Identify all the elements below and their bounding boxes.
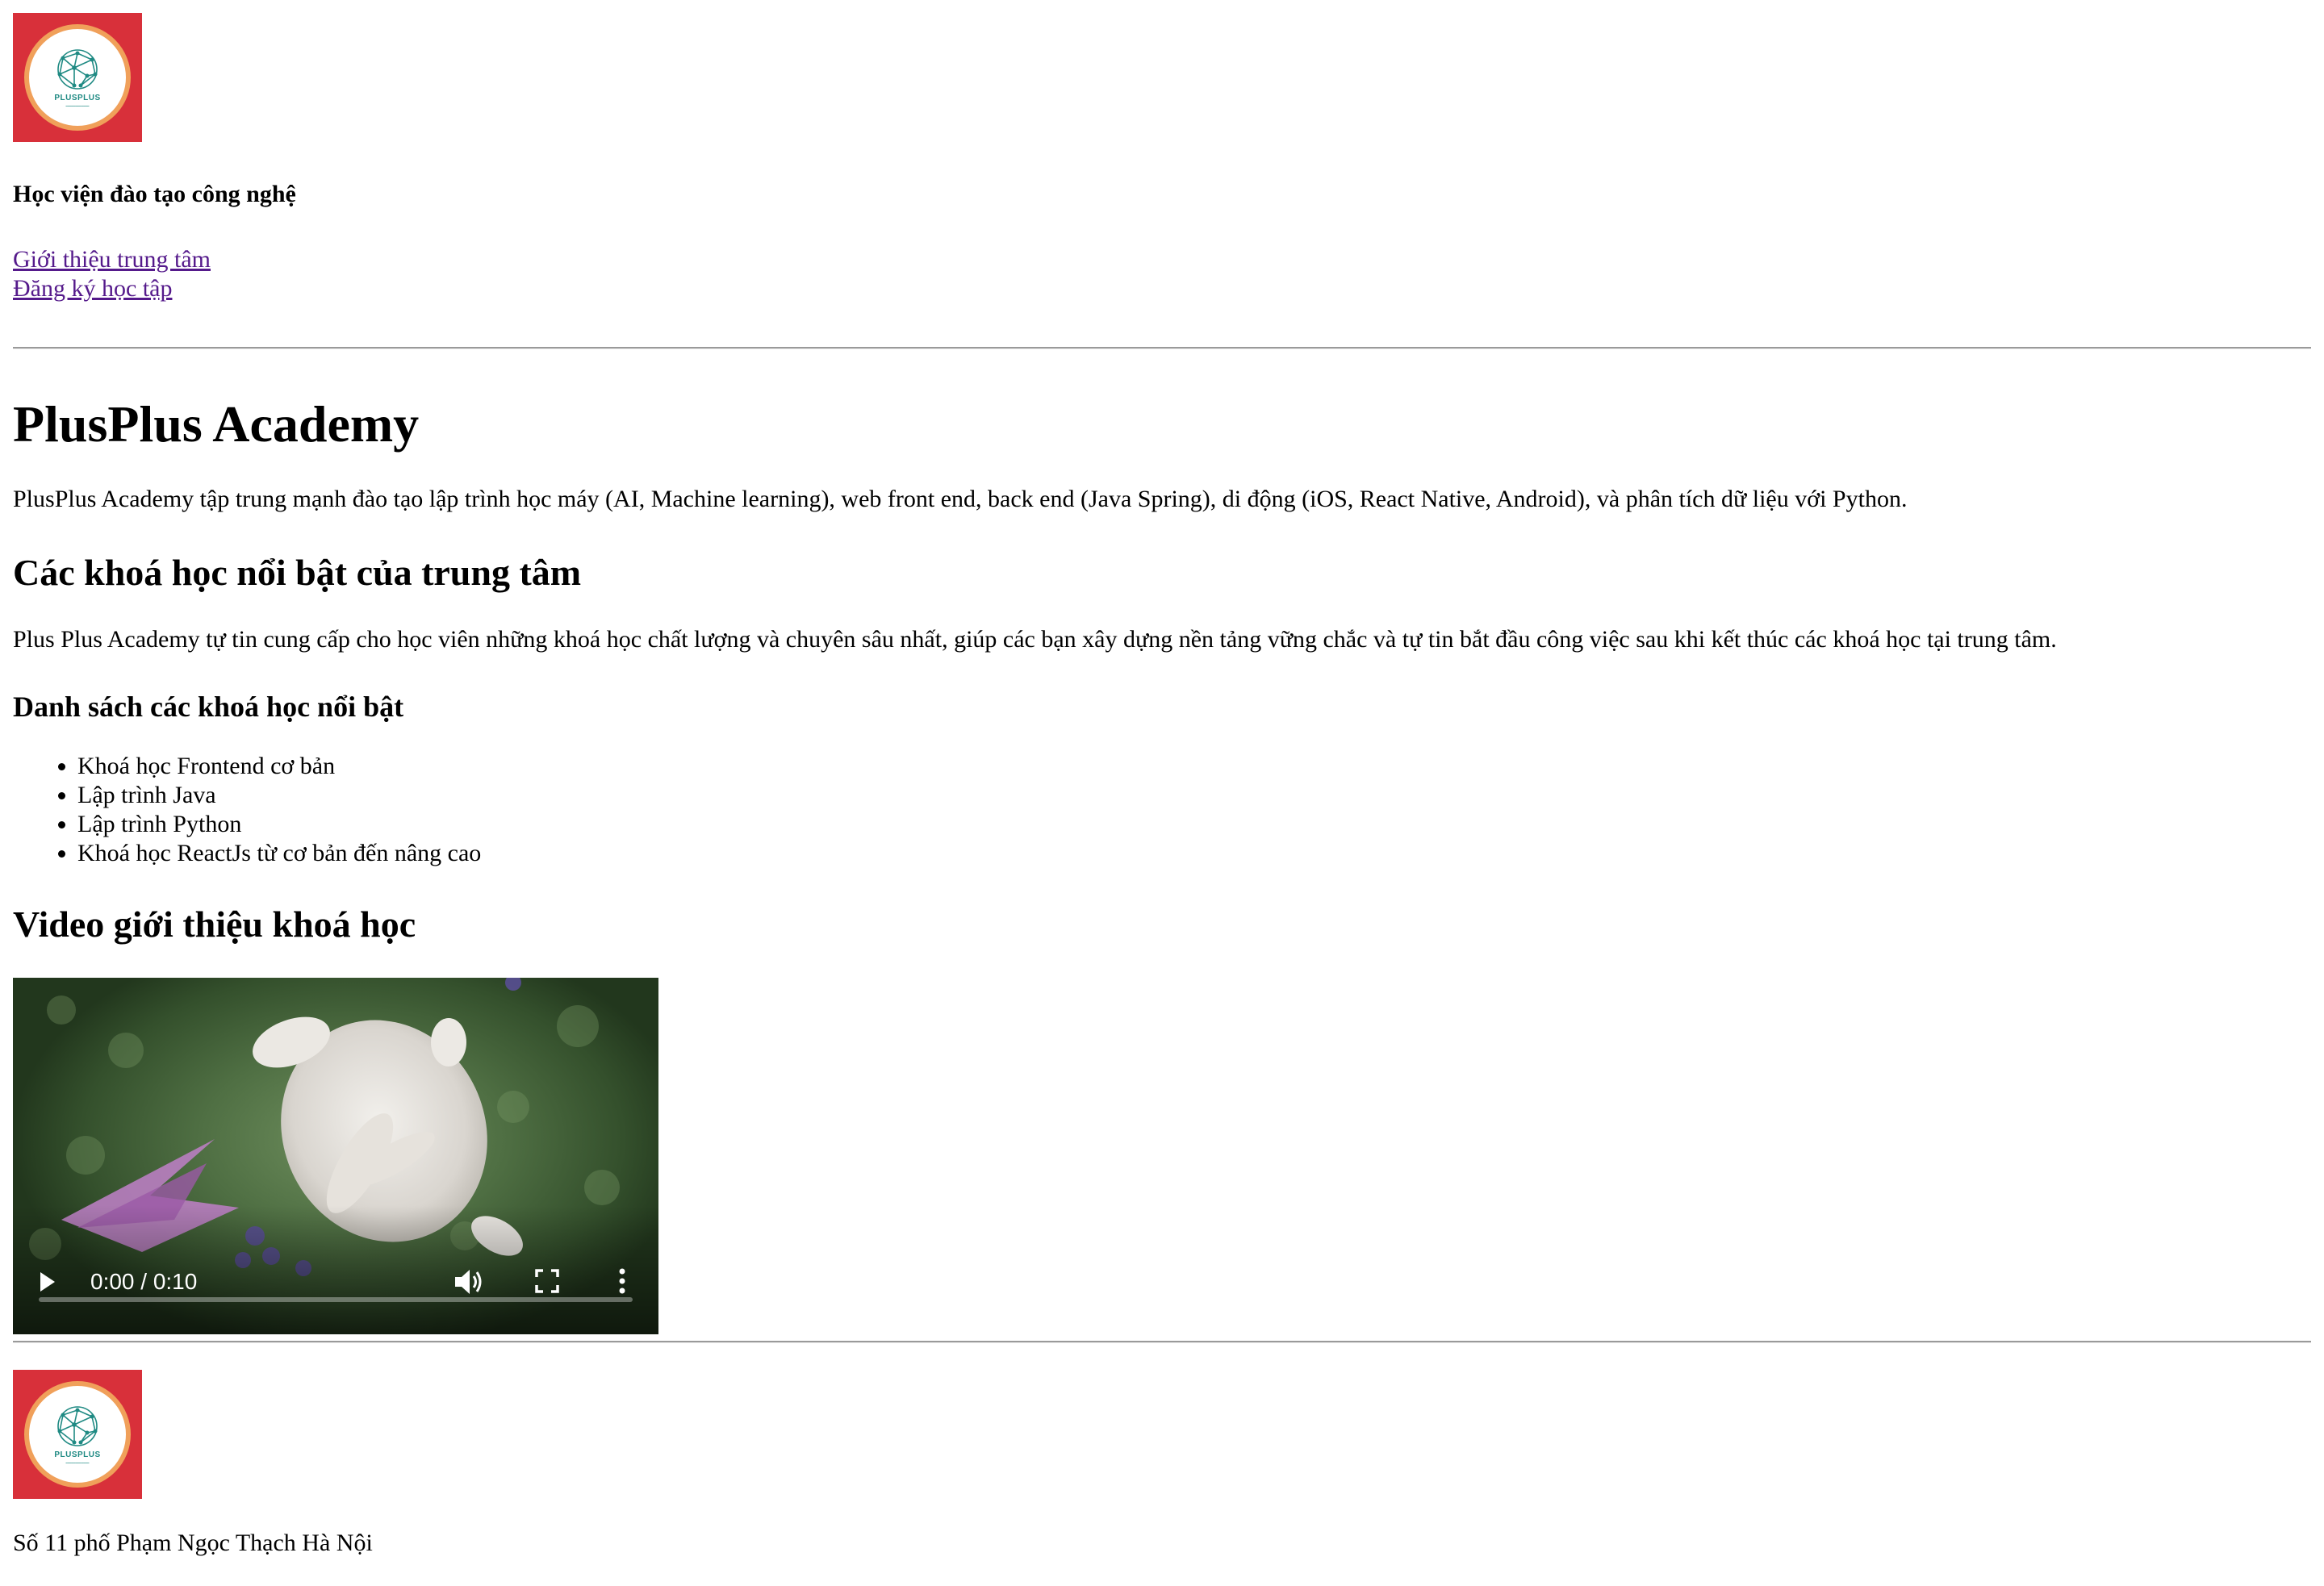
network-globe-icon	[57, 1406, 98, 1446]
intro-paragraph: PlusPlus Academy tập trung mạnh đào tạo …	[13, 486, 1908, 512]
header-logo: PLUSPLUS ━━━━━━━━━━━━	[13, 13, 142, 142]
logo-badge: PLUSPLUS ━━━━━━━━━━━━	[24, 1381, 131, 1488]
site-subtitle: Học viện đào tạo công nghệ	[13, 181, 296, 207]
footer-logo: PLUSPLUS ━━━━━━━━━━━━	[13, 1370, 142, 1499]
footer-divider	[13, 1341, 2311, 1343]
featured-paragraph: Plus Plus Academy tự tin cung cấp cho họ…	[13, 626, 2057, 653]
logo-name: PLUSPLUS	[54, 1450, 101, 1459]
list-item: Khoá học Frontend cơ bản	[77, 752, 481, 781]
nav-link-about[interactable]: Giới thiệu trung tâm	[13, 245, 211, 274]
featured-heading: Các khoá học nổi bật của trung tâm	[13, 552, 582, 593]
logo-tagline-mark: ━━━━━━━━━━━━	[65, 1461, 90, 1465]
course-list: Khoá học Frontend cơ bản Lập trình Java …	[13, 752, 481, 868]
list-item: Lập trình Java	[77, 781, 481, 810]
page: PLUSPLUS ━━━━━━━━━━━━ Học viện đào tạo c…	[13, 13, 2311, 1556]
video-controls-bar: 0:00 / 0:10	[13, 1262, 658, 1302]
main-nav: Giới thiệu trung tâm Đăng ký học tập	[13, 245, 211, 303]
more-options-icon[interactable]	[617, 1267, 628, 1296]
logo-badge: PLUSPLUS ━━━━━━━━━━━━	[24, 24, 131, 131]
page-title: PlusPlus Academy	[13, 395, 420, 453]
play-icon[interactable]	[40, 1272, 55, 1292]
video-heading: Video giới thiệu khoá học	[13, 904, 416, 945]
logo-name: PLUSPLUS	[54, 94, 101, 102]
footer-address: Số 11 phố Phạm Ngọc Thạch Hà Nội	[13, 1530, 373, 1556]
video-time: 0:00 / 0:10	[90, 1269, 198, 1294]
course-list-heading: Danh sách các khoá học nổi bật	[13, 691, 404, 723]
list-item: Khoá học ReactJs từ cơ bản đến nâng cao	[77, 839, 481, 868]
fullscreen-icon[interactable]	[534, 1268, 560, 1294]
nav-link-register[interactable]: Đăng ký học tập	[13, 274, 211, 303]
volume-icon[interactable]	[452, 1267, 484, 1297]
logo-tagline-mark: ━━━━━━━━━━━━	[65, 104, 90, 108]
list-item: Lập trình Python	[77, 810, 481, 839]
network-globe-icon	[57, 49, 98, 90]
video-player[interactable]: 0:00 / 0:10	[13, 978, 658, 1334]
header-divider	[13, 347, 2311, 349]
video-progress-bar[interactable]	[39, 1297, 633, 1302]
